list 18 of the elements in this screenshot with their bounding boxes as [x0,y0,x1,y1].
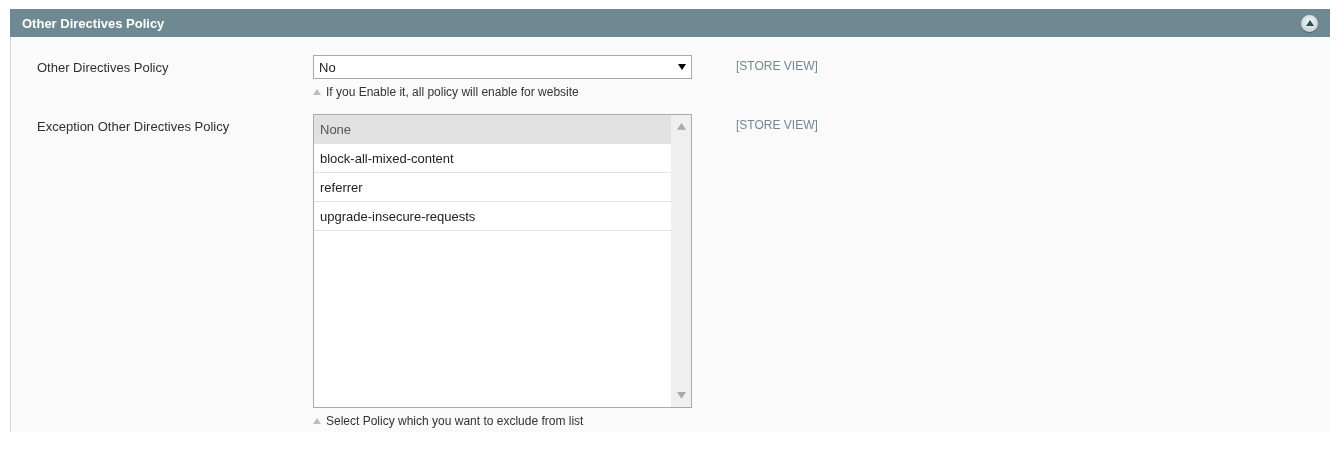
field-label: Exception Other Directives Policy [37,118,231,134]
select-field[interactable]: No [313,55,692,79]
section-title: Other Directives Policy [22,15,165,31]
field-hint: If you Enable it, all policy will enable for website [326,85,579,99]
scroll-up-icon [676,123,686,130]
scrollbar[interactable] [671,115,691,407]
list-option[interactable]: None [314,115,671,144]
collapse-button[interactable] [1301,14,1318,32]
scope-label: [STORE VIEW] [736,58,818,73]
hint-icon [313,418,321,424]
scope-label: [STORE VIEW] [736,117,818,132]
hint-icon [313,89,321,95]
arrow-up-icon [1305,20,1314,26]
field-label: Other Directives Policy [37,59,170,75]
caret-icon [678,64,686,70]
multi-select-list[interactable]: None block-all-mixed-content referrer upgrade-insecure-requests [313,114,692,408]
field-hint: Select Policy which you want to exclude from list [326,414,584,428]
scroll-down-icon [676,392,686,399]
